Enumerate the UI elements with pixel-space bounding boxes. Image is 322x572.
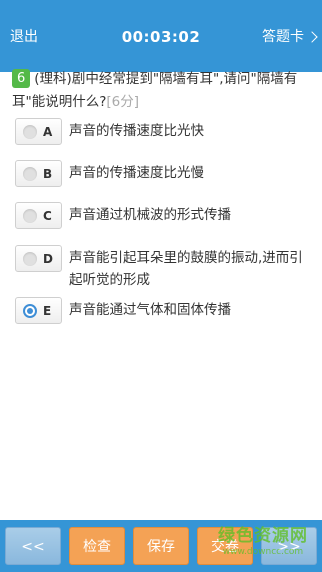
check-button[interactable]: 检查 bbox=[69, 527, 125, 565]
bottom-toolbar: << 检查 保存 交卷 >> bbox=[0, 520, 322, 572]
option-letter: A bbox=[43, 125, 53, 139]
option-text: 声音的传播速度比光慢 bbox=[69, 165, 204, 181]
previous-question-button[interactable]: << bbox=[5, 527, 61, 565]
option-b-button[interactable]: B bbox=[15, 160, 62, 187]
option-text: 声音的传播速度比光快 bbox=[69, 123, 204, 139]
top-bar: 退出 00:03:02 答题卡 bbox=[0, 0, 322, 72]
option-text: 声音能引起耳朵里的鼓膜的振动,进而引起听觉的形成 bbox=[69, 250, 303, 288]
answer-card-label: 答题卡 bbox=[262, 29, 304, 45]
option-letter: E bbox=[43, 304, 52, 318]
option-text: 声音能通过气体和固体传播 bbox=[69, 302, 231, 318]
chevron-right-icon bbox=[306, 31, 318, 43]
submit-exam-button[interactable]: 交卷 bbox=[197, 527, 253, 565]
option-e-button[interactable]: E bbox=[15, 297, 62, 324]
answer-card-button[interactable]: 答题卡 bbox=[262, 27, 318, 47]
option-c[interactable]: C 声音通过机械波的形式传播 bbox=[15, 202, 315, 232]
radio-icon bbox=[23, 125, 37, 139]
option-a-button[interactable]: A bbox=[15, 118, 62, 145]
option-letter: C bbox=[43, 209, 52, 223]
option-d[interactable]: D 声音能引起耳朵里的鼓膜的振动,进而引起听觉的形成 bbox=[15, 245, 315, 291]
radio-icon bbox=[23, 167, 37, 181]
option-d-button[interactable]: D bbox=[15, 245, 62, 272]
option-b[interactable]: B 声音的传播速度比光慢 bbox=[15, 160, 315, 190]
next-question-button[interactable]: >> bbox=[261, 527, 317, 565]
option-a[interactable]: A 声音的传播速度比光快 bbox=[15, 118, 315, 148]
option-c-button[interactable]: C bbox=[15, 202, 62, 229]
save-button[interactable]: 保存 bbox=[133, 527, 189, 565]
option-letter: D bbox=[43, 252, 53, 266]
radio-selected-icon bbox=[23, 304, 37, 318]
radio-icon bbox=[23, 252, 37, 266]
radio-icon bbox=[23, 209, 37, 223]
question-text: 6 (理科)剧中经常提到"隔墙有耳",请问"隔墙有耳"能说明什么?[6分] bbox=[12, 68, 312, 114]
question-number-badge: 6 bbox=[12, 69, 31, 88]
option-e[interactable]: E 声音能通过气体和固体传播 bbox=[15, 297, 315, 327]
option-text: 声音通过机械波的形式传播 bbox=[69, 207, 231, 223]
question-body: (理科)剧中经常提到"隔墙有耳",请问"隔墙有耳"能说明什么? bbox=[12, 71, 298, 110]
question-score: [6分] bbox=[106, 94, 139, 110]
option-letter: B bbox=[43, 167, 53, 181]
